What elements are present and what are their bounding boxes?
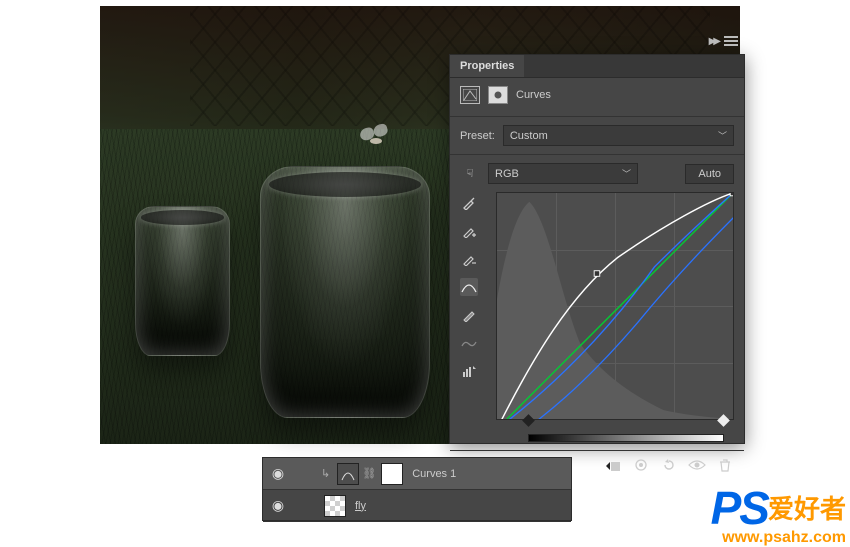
trash-icon[interactable] — [716, 457, 734, 473]
jar-large — [260, 166, 430, 418]
channel-select[interactable]: RGB ﹀ — [488, 163, 638, 184]
visibility-toggle-icon[interactable]: ◉ — [263, 465, 293, 482]
chevron-down-icon: ﹀ — [622, 167, 631, 180]
input-slider[interactable] — [528, 420, 724, 430]
preset-label: Preset: — [460, 130, 495, 142]
watermark: PS爱好者 www.psahz.com — [711, 481, 846, 547]
preset-select[interactable]: Custom ﹀ — [503, 125, 734, 146]
jar-small — [135, 206, 230, 356]
adjustment-name: Curves — [516, 89, 551, 101]
layer-name[interactable]: Curves 1 — [406, 468, 456, 480]
layer-mask-thumb[interactable] — [381, 463, 403, 485]
panel-tabbar: Properties — [450, 55, 744, 78]
layer-name[interactable]: fly — [349, 500, 366, 512]
toggle-visibility-icon[interactable] — [688, 457, 706, 473]
smooth-icon[interactable] — [460, 334, 478, 352]
eyedropper-plus-icon[interactable] — [460, 222, 478, 240]
properties-panel: ▶▶ Properties Curves Preset: Custom ﹀ ☟ … — [449, 54, 745, 444]
clip-indicator-icon: ↳ — [321, 467, 330, 480]
watermark-url: www.psahz.com — [711, 529, 846, 547]
clip-to-layer-icon[interactable] — [604, 457, 622, 473]
curve-lines — [497, 193, 733, 420]
curves-side-tools — [460, 192, 478, 442]
collapse-panel-icon[interactable]: ▶▶ — [709, 36, 718, 47]
layer-thumb[interactable] — [324, 495, 346, 517]
input-gradient — [528, 434, 724, 442]
chevron-down-icon: ﹀ — [718, 129, 727, 142]
reset-icon[interactable] — [660, 457, 678, 473]
watermark-ps: PS — [711, 481, 768, 535]
adjustment-type-icon[interactable] — [460, 86, 480, 104]
properties-tab[interactable]: Properties — [450, 55, 524, 77]
layers-panel: ◉ ↳ ⛓ Curves 1 ◉ fly — [262, 457, 572, 521]
panel-menu-icon[interactable] — [724, 36, 738, 48]
pencil-icon[interactable] — [460, 306, 478, 324]
layer-row-curves[interactable]: ◉ ↳ ⛓ Curves 1 — [263, 458, 571, 490]
histogram-clip-icon[interactable] — [460, 362, 478, 380]
mask-icon[interactable] — [488, 86, 508, 104]
preset-value: Custom — [510, 130, 548, 142]
auto-button[interactable]: Auto — [685, 164, 734, 184]
curves-graph[interactable] — [496, 192, 734, 420]
watermark-zh: 爱好者 — [768, 489, 846, 526]
layer-row-fly[interactable]: ◉ fly — [263, 490, 571, 522]
eyedropper-icon[interactable] — [460, 194, 478, 212]
fly-image — [360, 128, 390, 150]
eyedropper-minus-icon[interactable] — [460, 250, 478, 268]
view-previous-icon[interactable] — [632, 457, 650, 473]
channel-value: RGB — [495, 168, 519, 180]
curve-point-icon[interactable] — [460, 278, 478, 296]
link-icon[interactable]: ⛓ — [362, 467, 378, 480]
adjustment-thumb-icon[interactable] — [337, 463, 359, 485]
visibility-toggle-icon[interactable]: ◉ — [263, 497, 293, 514]
target-adjust-icon[interactable]: ☟ — [460, 165, 480, 183]
